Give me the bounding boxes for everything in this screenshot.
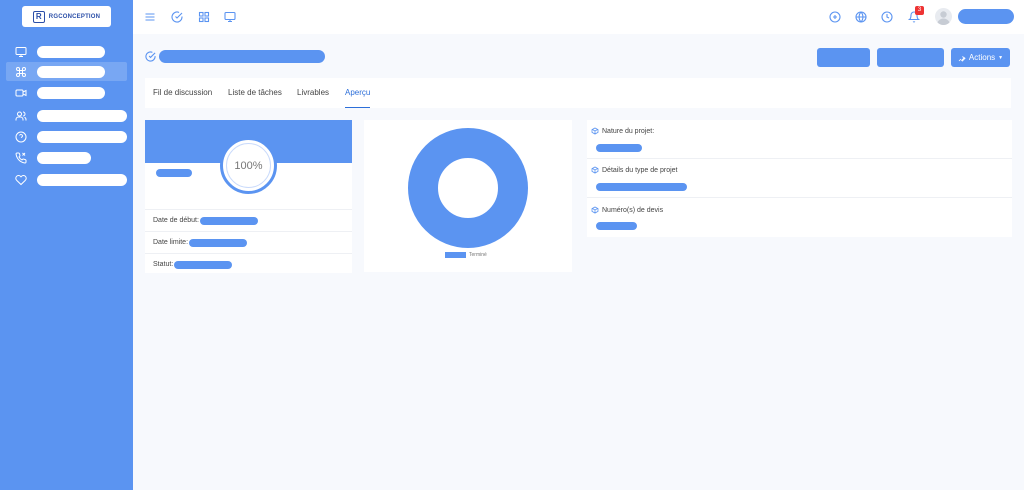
heart-icon (14, 173, 28, 187)
project-title (159, 50, 325, 63)
cube-icon (591, 127, 599, 135)
actions-dropdown-button[interactable]: Actions ▼ (951, 48, 1010, 67)
secondary-action-button[interactable] (877, 48, 944, 67)
logo-mark: R (32, 10, 45, 23)
user-menu-button[interactable] (958, 9, 1014, 24)
project-type-label: Détails du type de projet (591, 166, 678, 174)
menu-icon[interactable] (143, 10, 157, 24)
actions-label: Actions (968, 53, 996, 62)
progress-card: 100% Date de début: Date limite: Statut: (145, 120, 352, 273)
tab-discussion[interactable]: Fil de discussion (153, 78, 212, 108)
sidebar-item-calls[interactable] (6, 148, 127, 167)
wrench-icon (958, 54, 966, 62)
check-circle-icon (145, 51, 156, 62)
progress-circle: 100% (220, 137, 277, 194)
sidebar-item-video[interactable] (6, 83, 127, 102)
tab-deliverables[interactable]: Livrables (297, 78, 329, 108)
legend-label: Terminé (469, 252, 487, 258)
sidebar-item-label (37, 86, 105, 99)
sidebar-item-projects[interactable] (6, 62, 127, 81)
divider (587, 197, 1012, 198)
sidebar-item-help[interactable] (6, 127, 127, 146)
sidebar-item-label (37, 45, 105, 58)
sidebar-item-users[interactable] (6, 106, 127, 125)
primary-action-button[interactable] (817, 48, 870, 67)
cube-icon (591, 166, 599, 174)
start-date-row: Date de début: (145, 209, 352, 231)
help-icon (14, 130, 28, 144)
tab-overview[interactable]: Aperçu (345, 78, 371, 108)
project-type-value (596, 183, 687, 191)
globe-icon[interactable] (854, 10, 868, 24)
quote-number-label: Numéro(s) de devis (591, 206, 663, 214)
tab-bar: Fil de discussion Liste de tâches Livrab… (145, 78, 1011, 108)
notification-badge: 3 (915, 6, 924, 15)
progress-percent: 100% (234, 159, 263, 172)
cube-icon (591, 206, 599, 214)
deadline-row: Date limite: (145, 231, 352, 253)
grid-icon[interactable] (197, 10, 211, 24)
field-label: Numéro(s) de devis (602, 206, 664, 214)
chart-legend: Terminé (445, 252, 487, 258)
chart-card (364, 120, 572, 272)
monitor-icon (14, 45, 28, 59)
start-date-label: Date de début: (153, 217, 199, 224)
users-icon (14, 109, 28, 123)
page-title (145, 50, 325, 63)
sidebar: R RGCONCEPTION (0, 0, 133, 490)
sidebar-item-label (37, 130, 127, 143)
sidebar-item-label (37, 109, 127, 122)
clock-icon[interactable] (880, 10, 894, 24)
progress-label (156, 169, 192, 177)
legend-swatch (445, 252, 466, 258)
field-label: Nature du projet: (602, 127, 655, 135)
quote-number-value (596, 222, 637, 230)
project-info-card: Nature du projet: Détails du type de pro… (587, 120, 1012, 237)
video-icon (14, 86, 28, 100)
sidebar-item-favorites[interactable] (6, 170, 127, 189)
brand-logo[interactable]: R RGCONCEPTION (22, 6, 111, 27)
sidebar-item-label (37, 151, 91, 164)
donut-slice-Terminé[interactable] (408, 128, 528, 248)
status-row: Statut: (145, 253, 352, 275)
caret-down-icon: ▼ (998, 54, 1004, 61)
check-circle-icon[interactable] (170, 10, 184, 24)
phone-icon (14, 151, 28, 165)
monitor-icon[interactable] (223, 10, 237, 24)
tab-task-list[interactable]: Liste de tâches (228, 78, 282, 108)
logo-text: RGCONCEPTION (48, 13, 101, 20)
project-nature-value (596, 144, 642, 152)
sidebar-item-label (37, 65, 105, 78)
project-nature-label: Nature du projet: (591, 127, 654, 135)
deadline-label: Date limite: (153, 239, 189, 246)
status-value (174, 260, 233, 269)
start-date-value (199, 216, 258, 225)
field-label: Détails du type de projet (602, 166, 678, 174)
avatar[interactable] (935, 8, 952, 25)
sidebar-item-dashboard[interactable] (6, 42, 127, 61)
status-label: Statut: (153, 261, 174, 268)
donut-chart (408, 128, 528, 248)
command-icon (14, 65, 28, 79)
deadline-value (189, 238, 248, 247)
divider (587, 158, 1012, 159)
sidebar-item-label (37, 173, 127, 186)
plus-circle-icon[interactable] (828, 10, 842, 24)
